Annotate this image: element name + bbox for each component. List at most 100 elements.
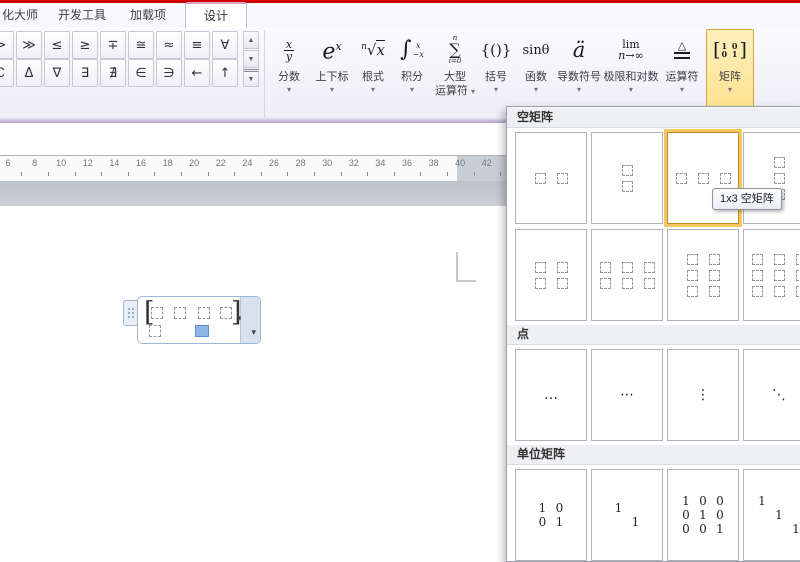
identity-matrix-tile[interactable]: 111 (743, 469, 800, 561)
empty-matrix-tile-3x2[interactable] (667, 229, 739, 321)
symbol-button[interactable]: ← (184, 59, 210, 87)
panel-section-title: 单位矩阵 (507, 445, 800, 465)
dropdown-arrow-icon: ▾ (514, 84, 558, 96)
identity-matrix-tile[interactable]: 1001 (515, 469, 587, 561)
tab-developer[interactable]: 开发工具 (52, 6, 112, 24)
symbol-button[interactable]: ↑ (212, 59, 238, 87)
placeholder-square (600, 262, 611, 273)
panel-section-title: 点 (507, 325, 800, 345)
symbol-button[interactable]: ∋ (156, 59, 182, 87)
ruler-number: 40 (455, 158, 465, 168)
matrix-dots-tile[interactable]: ⋯ (591, 349, 663, 441)
equation-object[interactable]: [ ] ◄ ▾ (137, 296, 261, 344)
placeholder-square (774, 254, 785, 265)
symbol-button[interactable]: ≡ (184, 31, 210, 59)
placeholder-square (557, 173, 568, 184)
symbol-button[interactable]: ∀ (212, 31, 238, 59)
ruler-number: 22 (216, 158, 226, 168)
equation-options-dropdown[interactable]: ◄ ▾ (240, 297, 260, 343)
symbol-button[interactable]: > (0, 31, 14, 59)
ruler-tick (447, 172, 448, 176)
empty-matrix-tile-2x3[interactable] (591, 229, 663, 321)
fraction-button[interactable]: xy 分数 ▾ (270, 30, 308, 128)
equation-placeholder[interactable] (174, 307, 186, 319)
symbol-button[interactable]: ∈ (128, 59, 154, 87)
empty-matrix-tile-2x2[interactable] (515, 229, 587, 321)
ruler-tick (128, 172, 129, 176)
integral-icon: ∫x−x (392, 30, 432, 70)
tab-addins[interactable]: 加载项 (124, 6, 172, 24)
symbol-button[interactable]: Δ (16, 59, 42, 87)
drag-dots-icon (128, 308, 135, 318)
radical-button[interactable]: n√x 根式 ▾ (354, 30, 392, 128)
ruler-tick (394, 172, 395, 176)
tab-huadashi[interactable]: 化大师 (0, 6, 44, 24)
symbol-button[interactable]: ≤ (44, 31, 70, 59)
ruler-tick (234, 172, 235, 176)
empty-matrix-tile-1x3[interactable] (667, 132, 739, 224)
symbol-button[interactable]: ≥ (72, 31, 98, 59)
symbol-button[interactable]: ≅ (128, 31, 154, 59)
matrix-dots-tile[interactable]: … (515, 349, 587, 441)
equation-placeholder[interactable] (198, 307, 210, 319)
symbol-button[interactable]: ∇ (44, 59, 70, 87)
collapse-arrow-icon: ◄ (235, 315, 242, 322)
ruler-tick (181, 172, 182, 176)
symbol-button[interactable]: ≈ (156, 31, 182, 59)
ruler-number: 16 (136, 158, 146, 168)
ruler-number: 30 (322, 158, 332, 168)
symbol-button[interactable]: ∄ (100, 59, 126, 87)
equation-placeholder-selected[interactable] (195, 325, 209, 337)
dropdown-arrow-icon: ▾ (478, 84, 514, 96)
symbol-button[interactable]: ∓ (100, 31, 126, 59)
identity-matrix-values: 11 (615, 502, 640, 529)
equation-placeholder[interactable] (151, 307, 163, 319)
ruler-number: 20 (189, 158, 199, 168)
empty-matrix-tile-2x1[interactable] (591, 132, 663, 224)
empty-matrix-tile-3x1[interactable] (743, 132, 800, 224)
matrix-placeholder-grid (535, 173, 568, 184)
ruler-tick (154, 172, 155, 176)
matrix-dots-tile[interactable]: ⋱ (743, 349, 800, 441)
dropdown-arrow-icon: ▾ (471, 87, 475, 96)
placeholder-square (709, 270, 720, 281)
dots-icon: ⋯ (620, 387, 634, 403)
symbol-button[interactable]: ∃ (72, 59, 98, 87)
matrix-placeholder-grid (600, 262, 655, 289)
fraction-icon: xy (270, 30, 308, 70)
script-button[interactable]: ex 上下标 ▾ (310, 30, 354, 128)
ruler-tick (21, 172, 22, 176)
empty-matrix-tile-3x3[interactable] (743, 229, 800, 321)
symbol-button[interactable]: ∁ (0, 59, 14, 87)
dots-icon: ⋮ (696, 387, 710, 403)
matrix-dots-tile[interactable]: ⋮ (667, 349, 739, 441)
symbol-more-button[interactable]: ▼ (243, 69, 259, 87)
placeholder-square (687, 254, 698, 265)
placeholder-square (622, 165, 633, 176)
empty-matrix-tile-1x2[interactable] (515, 132, 587, 224)
dropdown-arrow-icon: ▾ (251, 327, 256, 338)
matrix-placeholder-grid (687, 254, 720, 297)
ruler-tick (500, 172, 501, 176)
identity-matrix-tile[interactable]: 11 (591, 469, 663, 561)
placeholder-square (709, 254, 720, 265)
equation-placeholder[interactable] (149, 325, 161, 337)
accent-icon: ä (556, 30, 602, 70)
symbol-scroll-down-button[interactable]: ▼ (243, 50, 259, 68)
ruler-number: 42 (482, 158, 492, 168)
dropdown-arrow-icon: ▾ (310, 84, 354, 96)
operator-icon: △ (660, 30, 704, 70)
tab-design-active[interactable]: 设计 (185, 2, 247, 30)
matrix-placeholder-grid (535, 262, 568, 289)
placeholder-square (796, 254, 800, 265)
gallery-tile-row: …⋯⋮⋱ (515, 349, 792, 441)
symbol-button[interactable]: ≫ (16, 31, 42, 59)
ruler-number: 26 (269, 158, 279, 168)
dropdown-arrow-icon: ▾ (270, 84, 308, 96)
app-window: 化大师 开发工具 加载项 设计 >≫≤≥∓≅≈≡∀ ∁Δ∇∃∄∈∋←↑ ▲ ▼ ▼… (0, 0, 800, 562)
symbol-scroll-up-button[interactable]: ▲ (243, 31, 259, 49)
identity-matrix-values: 111 (758, 495, 800, 536)
identity-matrix-tile[interactable]: 100010001 (667, 469, 739, 561)
large-operator-button[interactable]: n∑i=0 大型 运算符 ▾ (432, 30, 478, 128)
integral-button[interactable]: ∫x−x 积分 ▾ (392, 30, 432, 128)
